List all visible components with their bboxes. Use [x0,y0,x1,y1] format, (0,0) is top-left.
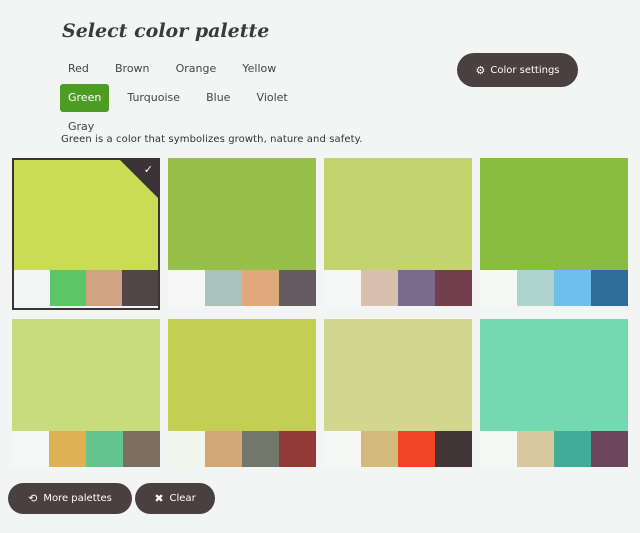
tab-red[interactable]: Red [60,55,97,83]
palette-swatches [14,270,158,306]
palette-swatch [517,270,554,306]
palette-swatch [12,431,49,467]
page-title: Select color palette [62,20,270,42]
palette-main-color: ✓ [14,160,158,270]
refresh-icon: ⟲ [28,492,38,505]
palette-card[interactable]: ✓ [12,158,160,310]
palette-swatch [205,270,242,306]
palette-swatches [480,270,628,306]
palette-swatch [168,270,205,306]
palette-swatch [49,431,86,467]
palette-main-color [480,319,628,431]
palette-swatch [435,270,472,306]
palette-swatch [324,270,361,306]
palette-swatch [86,431,123,467]
palette-swatches [480,431,628,467]
tab-turquoise[interactable]: Turquoise [119,84,188,112]
palette-swatch [279,431,316,467]
palette-swatch [554,270,591,306]
color-settings-label: Color settings [490,64,560,76]
palette-card[interactable] [480,158,628,310]
palette-swatch [168,431,205,467]
palette-main-color [12,319,160,431]
palette-swatch [242,270,279,306]
palette-swatch [591,270,628,306]
palette-swatch [50,270,86,306]
tab-yellow[interactable]: Yellow [234,55,284,83]
palette-swatch [86,270,122,306]
palette-swatch [398,270,435,306]
palette-swatch [279,270,316,306]
tab-green[interactable]: Green [60,84,110,112]
palette-swatches [168,431,316,467]
palette-swatches [168,270,316,306]
color-settings-button[interactable]: ⚙ Color settings [457,53,578,87]
palette-swatch [435,431,472,467]
palette-swatch [14,270,50,306]
palette-swatches [12,431,160,467]
palette-card[interactable] [480,319,628,471]
checkmark-icon: ✓ [143,163,153,176]
palette-main-color [324,158,472,270]
more-palettes-button[interactable]: ⟲ More palettes [8,483,132,514]
palette-card[interactable] [168,319,316,471]
palette-main-color [168,319,316,431]
palette-main-color [480,158,628,270]
palette-swatch [591,431,628,467]
palette-swatch [480,270,517,306]
palette-card[interactable] [12,319,160,471]
clear-label: Clear [169,493,196,504]
palette-swatch [517,431,554,467]
palette-swatch [122,270,158,306]
close-icon: ✖ [154,492,164,505]
palette-main-color [168,158,316,270]
palette-swatch [242,431,279,467]
palette-card[interactable] [324,158,472,310]
palette-swatches [324,270,472,306]
tab-violet[interactable]: Violet [249,84,296,112]
palette-swatch [480,431,517,467]
tab-brown[interactable]: Brown [107,55,158,83]
palette-swatch [554,431,591,467]
palette-swatch [205,431,242,467]
palette-swatch [324,431,361,467]
palette-swatch [123,431,160,467]
palette-description: Green is a color that symbolizes growth,… [61,134,363,145]
palette-swatches [324,431,472,467]
tab-orange[interactable]: Orange [168,55,225,83]
more-palettes-label: More palettes [43,493,112,504]
tab-blue[interactable]: Blue [198,84,238,112]
gear-icon: ⚙ [475,63,486,77]
palette-swatch [361,270,398,306]
palette-card[interactable] [324,319,472,471]
palette-swatch [398,431,435,467]
palette-swatch [361,431,398,467]
palette-card[interactable] [168,158,316,310]
color-tabs: Red Brown Orange Yellow Green Turquoise … [60,55,320,142]
palette-main-color [324,319,472,431]
clear-button[interactable]: ✖ Clear [135,483,215,514]
